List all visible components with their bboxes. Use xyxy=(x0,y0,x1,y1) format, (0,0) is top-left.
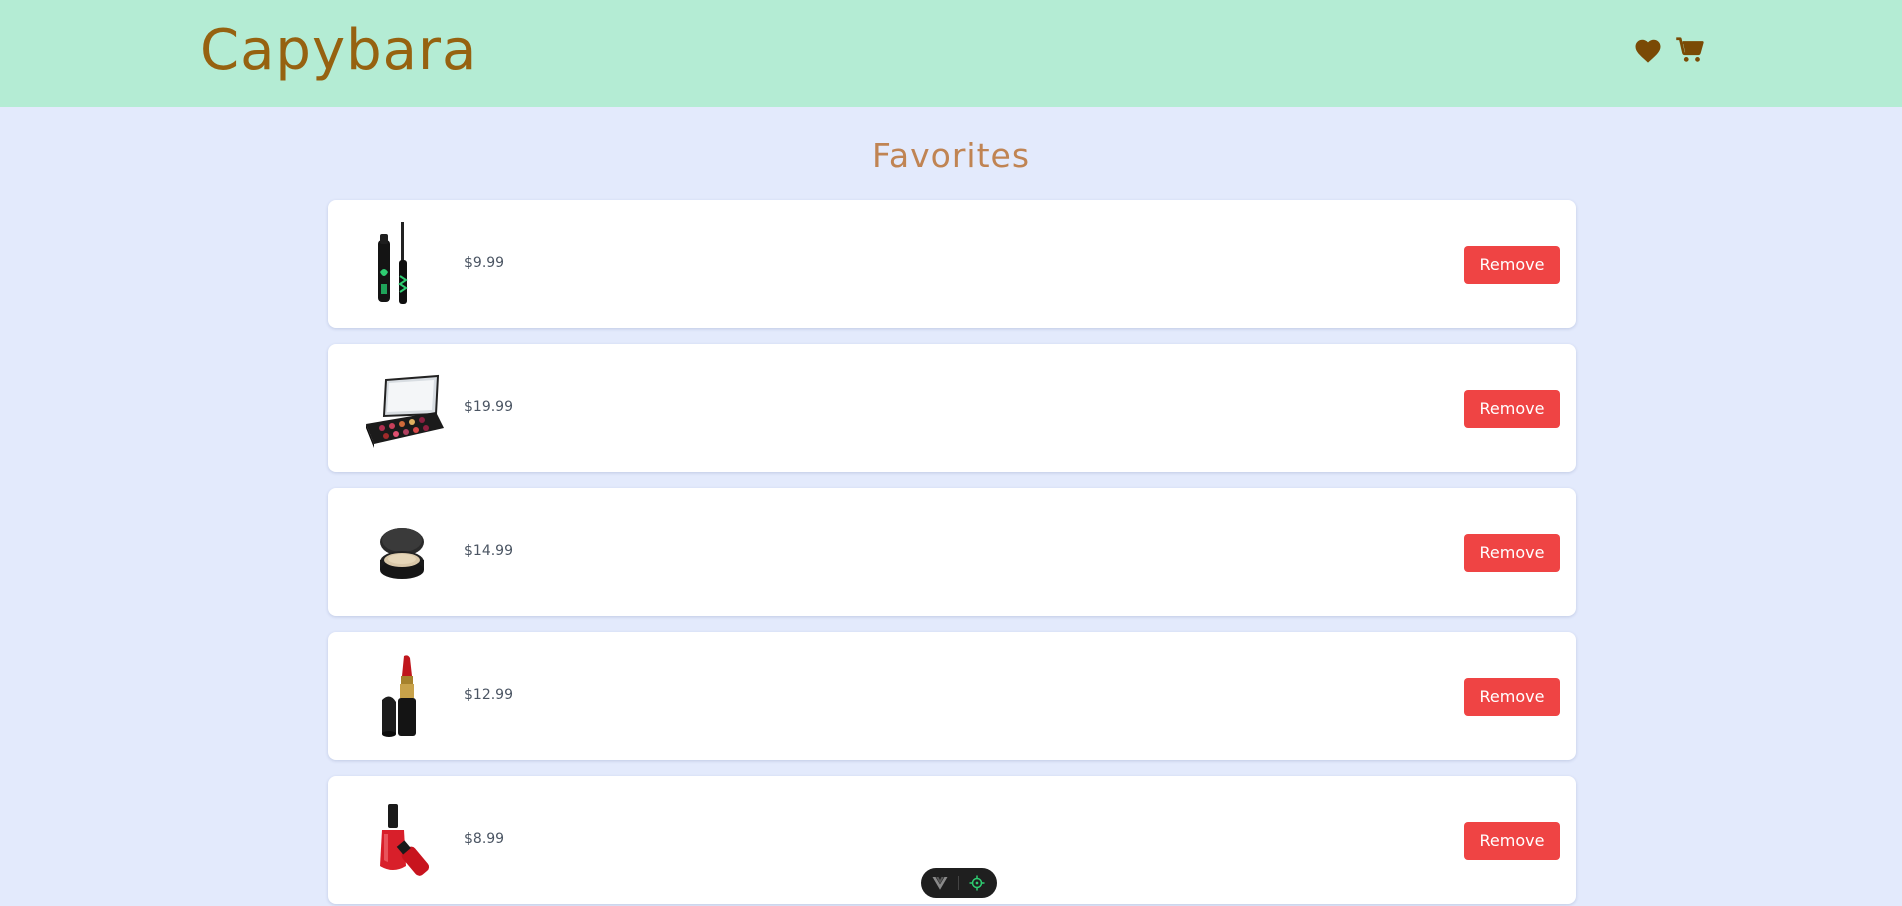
remove-button[interactable]: Remove xyxy=(1464,246,1560,284)
site-header: Capybara xyxy=(0,0,1902,107)
compact-powder-image xyxy=(352,502,452,602)
favorite-item: $9.99 Remove xyxy=(328,200,1576,328)
item-price: $9.99 xyxy=(464,255,505,271)
heart-icon[interactable] xyxy=(1633,36,1663,66)
item-price: $14.99 xyxy=(464,543,513,559)
remove-button[interactable]: Remove xyxy=(1464,678,1560,716)
lipstick-image xyxy=(352,646,452,746)
devtools-toolbar[interactable] xyxy=(921,868,997,898)
item-price: $19.99 xyxy=(464,399,513,415)
favorite-item: $19.99 Remove xyxy=(328,344,1576,472)
toolbar-divider xyxy=(958,876,959,890)
remove-button[interactable]: Remove xyxy=(1464,822,1560,860)
cart-icon[interactable] xyxy=(1675,35,1705,65)
nail-polish-image xyxy=(352,790,452,890)
remove-button[interactable]: Remove xyxy=(1464,390,1560,428)
logo[interactable]: Capybara xyxy=(200,16,477,86)
vue-logo-icon[interactable] xyxy=(931,874,949,892)
target-icon[interactable] xyxy=(968,874,986,892)
remove-button[interactable]: Remove xyxy=(1464,534,1560,572)
eyeshadow-palette-image xyxy=(352,358,452,458)
item-price: $12.99 xyxy=(464,687,513,703)
mascara-image xyxy=(352,214,452,314)
item-price: $8.99 xyxy=(464,831,505,847)
favorite-item: $12.99 Remove xyxy=(328,632,1576,760)
page-title: Favorites xyxy=(871,136,1031,175)
favorite-item: $14.99 Remove xyxy=(328,488,1576,616)
